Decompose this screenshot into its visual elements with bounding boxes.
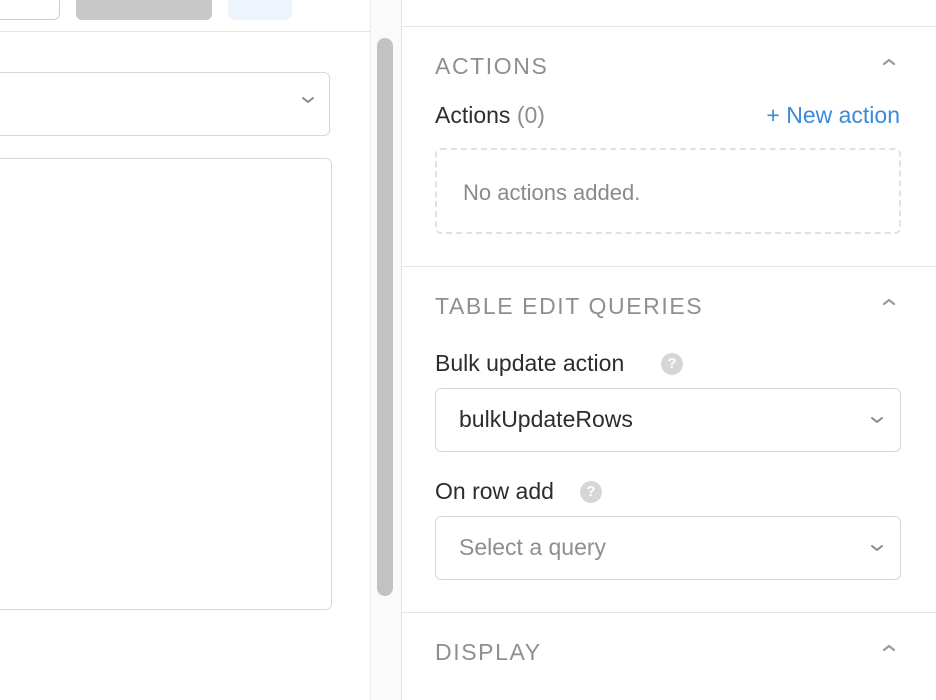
chevron-down-icon xyxy=(302,97,314,103)
actions-label: Actions (0) xyxy=(435,102,545,129)
help-circle-icon[interactable]: ? xyxy=(580,481,602,503)
chevron-up-icon[interactable] xyxy=(880,296,898,308)
code-editor-area[interactable] xyxy=(0,158,332,610)
scrollbar-thumb[interactable] xyxy=(377,38,393,596)
bulk-update-select[interactable]: bulkUpdateRows xyxy=(435,388,901,452)
actions-label-text: Actions xyxy=(435,102,511,128)
section-divider-1 xyxy=(402,266,936,267)
left-pane xyxy=(0,0,401,700)
new-action-button[interactable]: + New action xyxy=(766,102,900,129)
inspector-panel: ACTIONS Actions (0) + New action No acti… xyxy=(401,0,936,700)
section-divider-2 xyxy=(402,612,936,613)
on-row-add-select[interactable]: Select a query xyxy=(435,516,901,580)
chevron-up-icon[interactable] xyxy=(880,56,898,68)
on-row-add-label: On row add xyxy=(435,478,554,504)
actions-section-title: ACTIONS xyxy=(435,53,549,79)
panel-divider-top xyxy=(402,26,936,27)
empty-state-text: No actions added. xyxy=(463,180,641,205)
bulk-update-value: bulkUpdateRows xyxy=(459,406,633,432)
help-circle-icon[interactable]: ? xyxy=(661,353,683,375)
bulk-update-label: Bulk update action xyxy=(435,350,625,376)
actions-empty-state: No actions added. xyxy=(435,148,901,234)
chevron-down-icon xyxy=(871,545,883,551)
actions-count: (0) xyxy=(516,102,545,128)
on-row-add-placeholder: Select a query xyxy=(459,534,607,560)
toolbar-button-outline[interactable] xyxy=(0,0,60,20)
toolbar-button-blue[interactable] xyxy=(228,0,292,20)
toolbar-divider xyxy=(0,31,370,32)
chevron-up-icon[interactable] xyxy=(880,642,898,654)
left-dropdown[interactable] xyxy=(0,72,330,136)
table-edit-queries-section-title: TABLE EDIT QUERIES xyxy=(435,293,704,319)
chevron-down-icon xyxy=(871,417,883,423)
toolbar-button-gray[interactable] xyxy=(76,0,212,20)
display-section-title: DISPLAY xyxy=(435,639,542,665)
